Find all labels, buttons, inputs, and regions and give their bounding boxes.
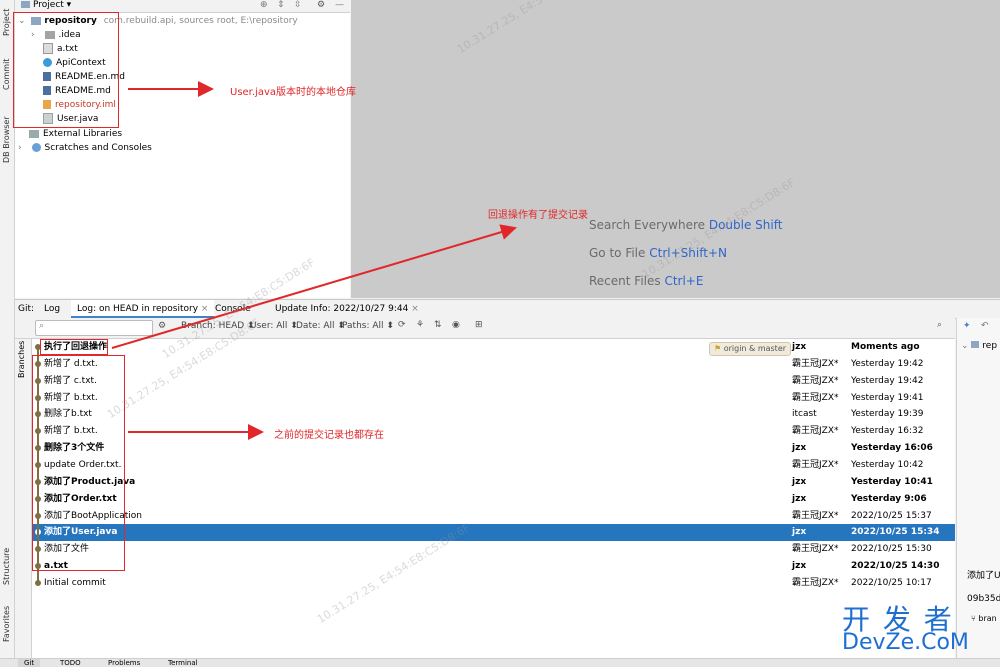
annotation-arrows <box>111 81 517 440</box>
watermark-site: DevZe.CoM <box>842 630 969 655</box>
annotation-local-repo: User.java版本时的本地仓库 <box>230 87 357 98</box>
annotation-history-exists: 之前的提交记录也都存在 <box>274 430 384 441</box>
annotation-revert-record: 回退操作有了提交记录 <box>488 210 588 221</box>
